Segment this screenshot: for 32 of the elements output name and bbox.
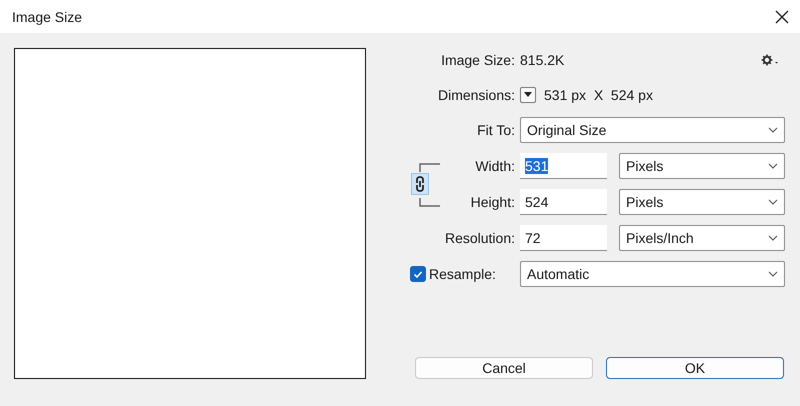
cancel-button[interactable]: Cancel bbox=[415, 357, 593, 379]
input-field[interactable]: 524 bbox=[520, 189, 607, 215]
field-label: Resolution: bbox=[444, 230, 515, 246]
chevron-icon bbox=[768, 163, 778, 169]
window-title: Image Size bbox=[12, 8, 82, 24]
dropdown-button[interactable] bbox=[520, 86, 536, 102]
link-icon bbox=[415, 176, 425, 192]
dropdown[interactable]: Automatic bbox=[520, 261, 785, 287]
dropdown[interactable]: Pixels bbox=[619, 189, 785, 215]
field-label: Width: bbox=[475, 158, 515, 174]
ok-button[interactable]: OK bbox=[606, 357, 784, 379]
close-button[interactable] bbox=[774, 8, 790, 24]
image-size-value: 815.2K bbox=[520, 52, 564, 68]
dimensions-value: 531 px X 524 px bbox=[544, 86, 653, 102]
input-field[interactable]: 72 bbox=[520, 225, 607, 251]
input-field[interactable]: 531 bbox=[520, 153, 607, 179]
link-toggle[interactable] bbox=[411, 173, 429, 195]
field-label: Fit To: bbox=[477, 122, 515, 138]
settings-icon[interactable] bbox=[761, 54, 781, 66]
caret-icon bbox=[524, 92, 532, 97]
checkbox[interactable] bbox=[410, 266, 426, 282]
chevron-icon bbox=[768, 235, 778, 241]
field-label: Dimensions: bbox=[438, 86, 515, 102]
field-label: Image Size: bbox=[441, 52, 515, 68]
dropdown[interactable]: Pixels/Inch bbox=[619, 225, 785, 251]
field-label: Height: bbox=[470, 194, 515, 210]
chevron-icon bbox=[768, 199, 778, 205]
chevron-icon bbox=[768, 271, 778, 277]
chevron-icon bbox=[768, 127, 778, 133]
checkbox-label: Resample: bbox=[429, 266, 496, 282]
dropdown[interactable]: Original Size bbox=[520, 117, 785, 143]
dropdown[interactable]: Pixels bbox=[619, 153, 785, 179]
